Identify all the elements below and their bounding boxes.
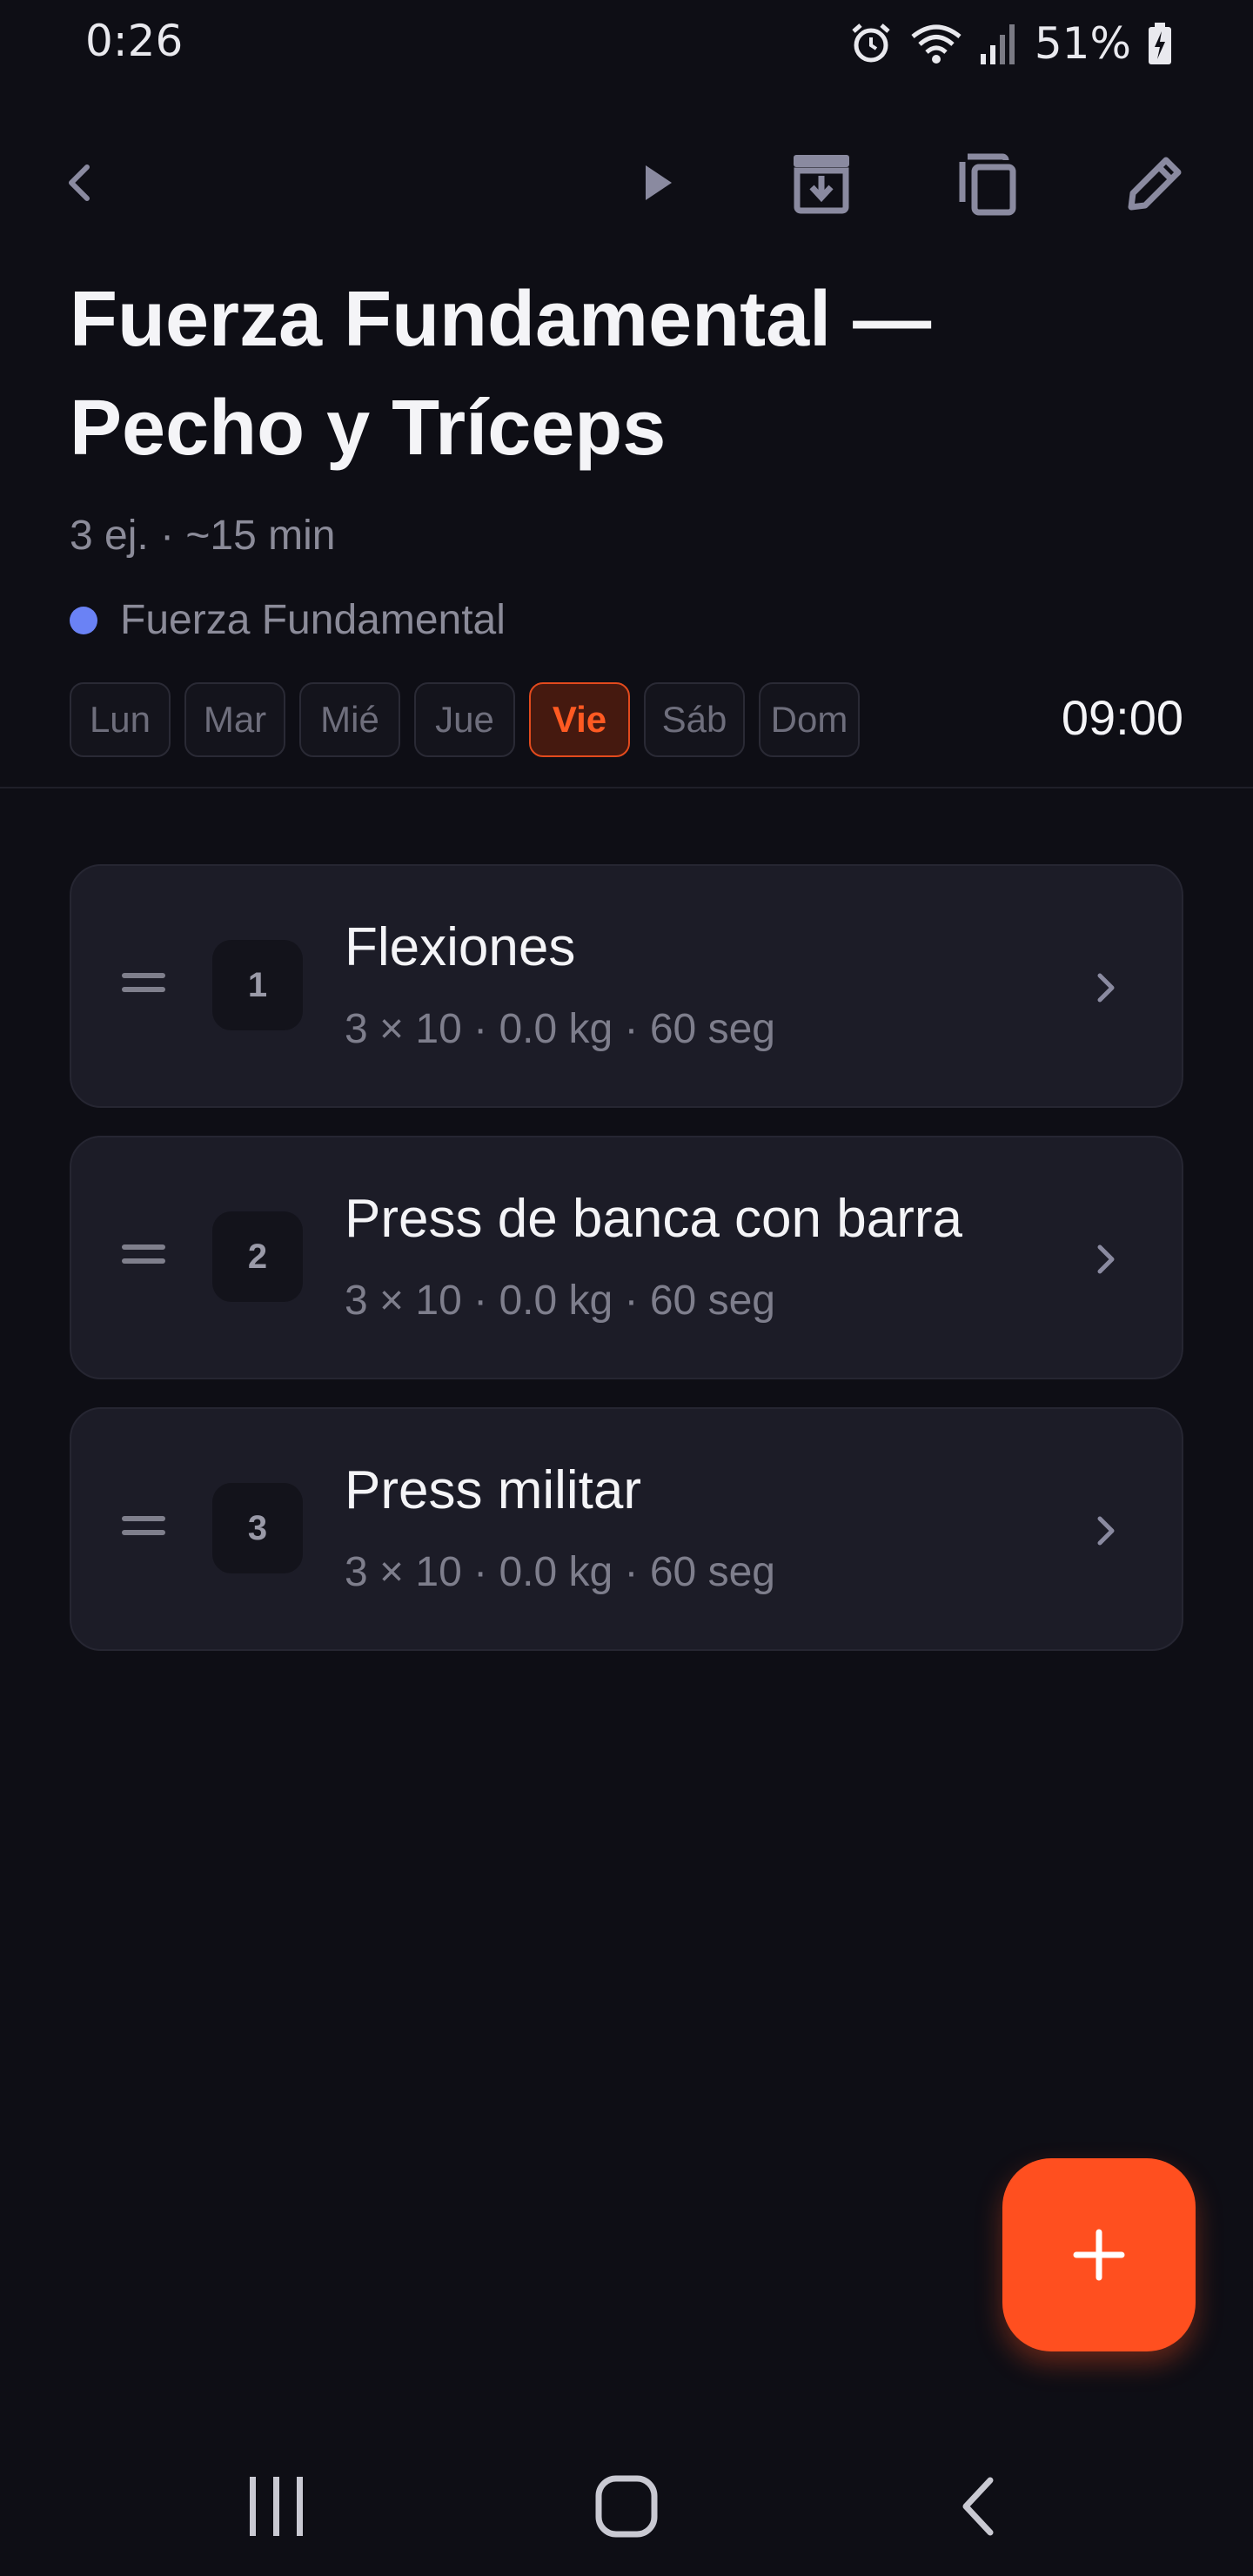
system-back-icon xyxy=(962,2477,994,2536)
system-back-button[interactable] xyxy=(917,2454,1039,2559)
back-button[interactable] xyxy=(38,141,122,225)
status-icons: 51% xyxy=(848,17,1173,70)
exercise-detail: 3 × 10 · 0.0 kg · 60 seg xyxy=(345,1006,775,1052)
battery-percentage: 51% xyxy=(1034,18,1131,69)
copy-icon xyxy=(959,153,1016,216)
drag-handle-icon[interactable] xyxy=(122,1516,165,1544)
status-bar: 0:26 51% xyxy=(0,0,1253,84)
play-icon xyxy=(646,165,672,200)
edit-button[interactable] xyxy=(1114,141,1197,225)
day-chip-dom[interactable]: Dom xyxy=(759,682,860,757)
day-chip-mar[interactable]: Mar xyxy=(184,682,285,757)
exercise-card[interactable]: 3 Press militar 3 × 10 · 0.0 kg · 60 seg xyxy=(70,1407,1183,1651)
exercise-detail: 3 × 10 · 0.0 kg · 60 seg xyxy=(345,1549,775,1595)
exercise-index: 2 xyxy=(212,1211,303,1302)
wifi-icon xyxy=(911,24,962,64)
routine-title: Fuerza Fundamental — Pecho y Tríceps xyxy=(70,276,932,472)
exercise-name: Press militar xyxy=(345,1460,642,1520)
exercise-card[interactable]: 2 Press de banca con barra 3 × 10 · 0.0 … xyxy=(70,1136,1183,1379)
alarm-icon xyxy=(852,23,890,63)
day-chip-sab[interactable]: Sáb xyxy=(644,682,745,757)
system-nav-bar xyxy=(0,2437,1253,2576)
plus-icon xyxy=(1073,2229,1125,2281)
exercise-name: Press de banca con barra xyxy=(345,1189,962,1249)
scheduled-time[interactable]: 09:00 xyxy=(1062,689,1183,746)
recent-apps-button[interactable] xyxy=(216,2454,338,2559)
back-arrow-icon xyxy=(69,164,90,201)
status-time: 0:26 xyxy=(85,16,184,66)
divider xyxy=(0,787,1253,788)
battery-icon xyxy=(1149,23,1171,64)
chevron-right-icon xyxy=(1097,1516,1115,1546)
start-workout-button[interactable] xyxy=(614,141,698,225)
weekday-selector: Lun Mar Mié Jue Vie Sáb Dom xyxy=(70,682,860,757)
program-name: Fuerza Fundamental xyxy=(120,597,506,643)
archive-button[interactable] xyxy=(780,141,863,225)
routine-meta: 3 ej. · ~15 min xyxy=(70,513,336,559)
day-chip-mie[interactable]: Mié xyxy=(299,682,400,757)
program-tag: Fuerza Fundamental xyxy=(70,596,506,644)
exercise-index: 3 xyxy=(212,1483,303,1573)
chevron-right-icon xyxy=(1097,1244,1115,1274)
home-icon xyxy=(595,2475,658,2538)
exercise-detail: 3 × 10 · 0.0 kg · 60 seg xyxy=(345,1278,775,1324)
archive-icon xyxy=(794,155,849,214)
exercise-name: Flexiones xyxy=(345,917,576,977)
exercise-list: 1 Flexiones 3 × 10 · 0.0 kg · 60 seg 2 P… xyxy=(70,864,1183,1679)
chevron-right-icon xyxy=(1097,973,1115,1003)
edit-pencil-icon xyxy=(1128,157,1182,211)
day-chip-lun[interactable]: Lun xyxy=(70,682,171,757)
exercise-index: 1 xyxy=(212,940,303,1030)
exercise-card[interactable]: 1 Flexiones 3 × 10 · 0.0 kg · 60 seg xyxy=(70,864,1183,1108)
home-button[interactable] xyxy=(566,2454,687,2559)
drag-handle-icon[interactable] xyxy=(122,1244,165,1272)
day-chip-vie[interactable]: Vie xyxy=(529,682,630,757)
top-toolbar xyxy=(0,131,1253,235)
recent-apps-icon xyxy=(250,2477,303,2536)
drag-handle-icon[interactable] xyxy=(122,973,165,1001)
program-color-dot xyxy=(70,606,97,634)
add-exercise-button[interactable] xyxy=(1002,2158,1196,2351)
signal-icon xyxy=(980,24,1015,64)
day-chip-jue[interactable]: Jue xyxy=(414,682,515,757)
duplicate-button[interactable] xyxy=(945,141,1029,225)
